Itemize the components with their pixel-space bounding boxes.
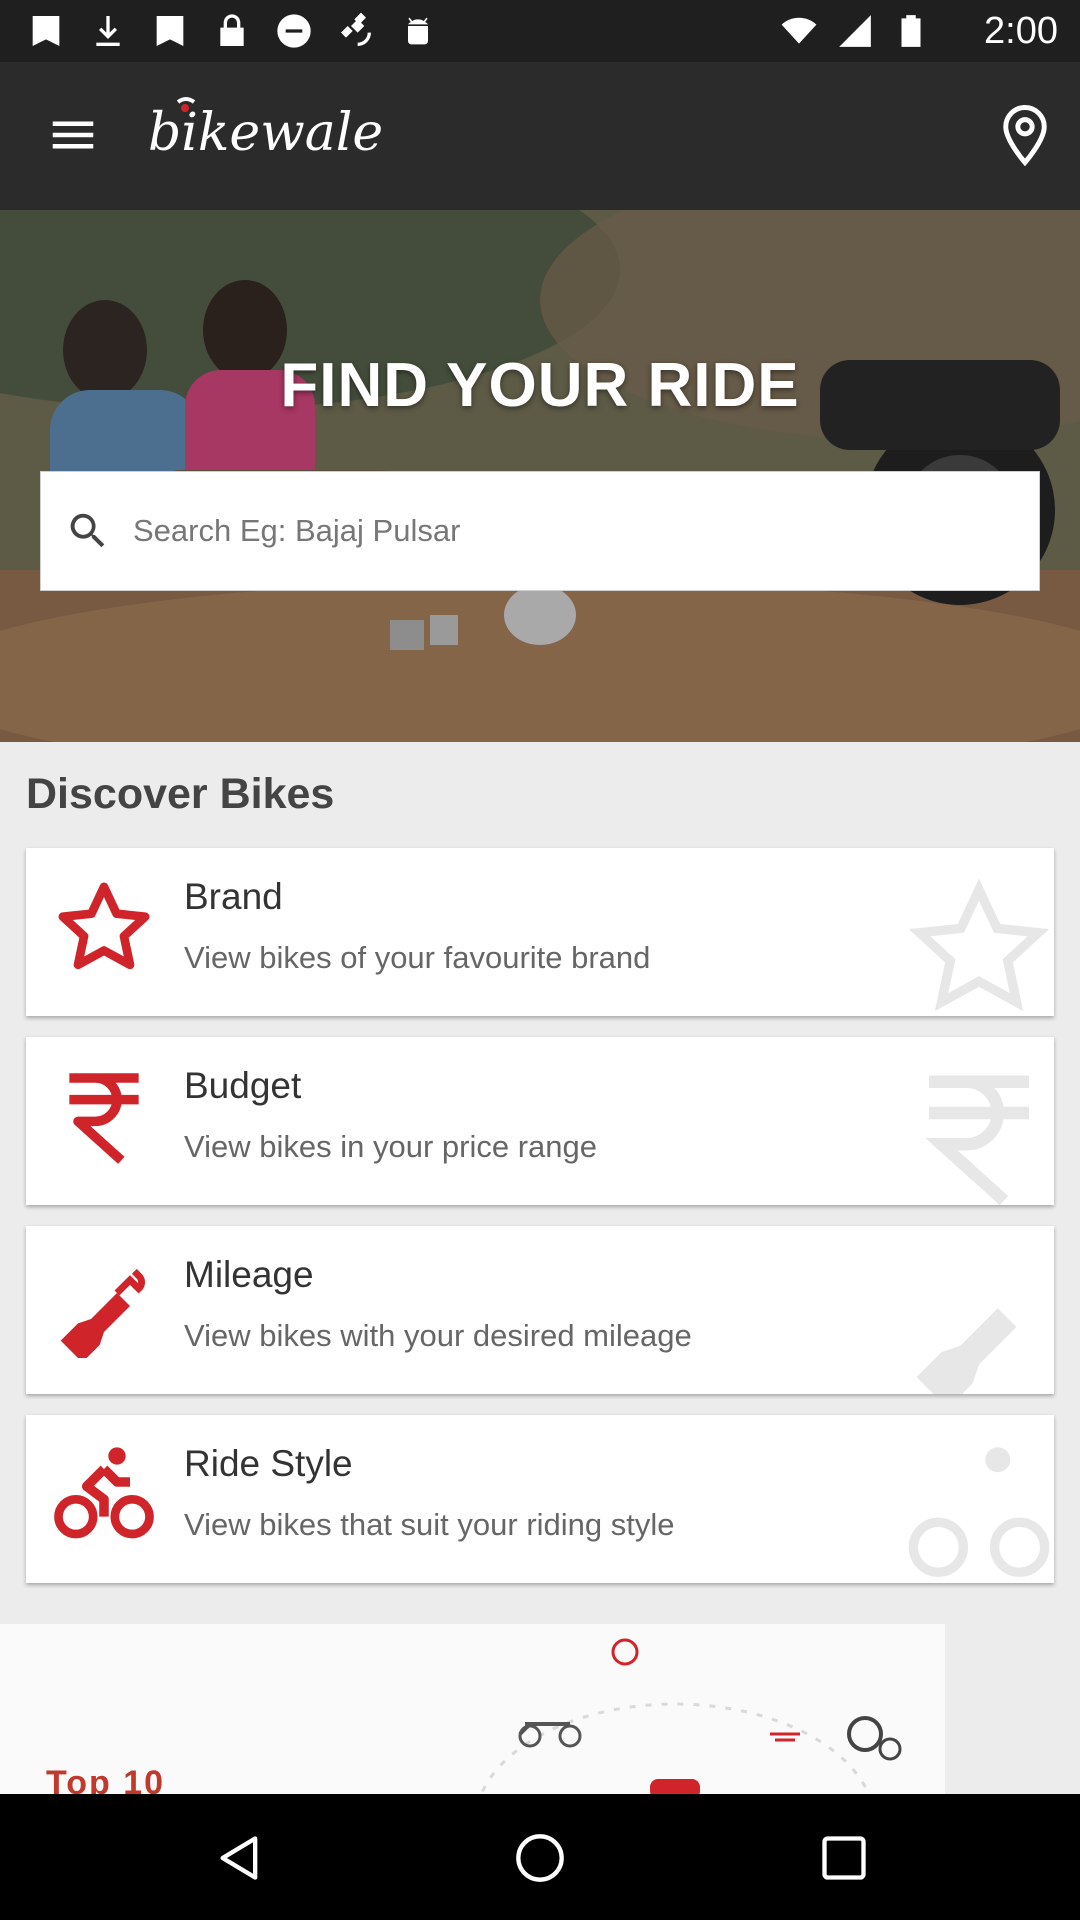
system-icons	[780, 12, 930, 50]
location-button[interactable]	[992, 102, 1058, 168]
card-subtitle: View bikes of your favourite brand	[184, 940, 651, 975]
card-title: Mileage	[184, 1254, 314, 1295]
menu-button[interactable]	[40, 102, 106, 168]
wifi-icon	[781, 17, 817, 44]
discover-card-mileage[interactable]: Mileage View bikes with your desired mil…	[26, 1226, 1054, 1394]
star-icon	[58, 882, 150, 970]
card-subtitle: View bikes with your desired mileage	[184, 1318, 692, 1353]
fuel-nozzle-icon	[916, 1308, 1017, 1394]
do-not-disturb-icon	[277, 14, 311, 48]
logo-text: bikewale	[148, 103, 383, 163]
image-icon	[32, 16, 60, 46]
android-icon	[408, 17, 428, 45]
hero-banner: FIND YOUR RIDE	[0, 210, 1080, 742]
recents-icon[interactable]	[818, 1832, 870, 1884]
cyclist-icon	[908, 1447, 1050, 1577]
download-icon	[96, 16, 120, 46]
card-title: Budget	[184, 1065, 302, 1106]
discover-card-ride-style[interactable]: Ride Style View bikes that suit your rid…	[26, 1415, 1054, 1583]
search-box[interactable]	[40, 471, 1040, 591]
search-icon	[70, 513, 105, 548]
navigation-bar	[0, 1794, 1080, 1920]
home-icon[interactable]	[514, 1832, 566, 1884]
fuel-nozzle-icon	[60, 1268, 146, 1358]
discover-card-brand[interactable]: Brand View bikes of your favourite brand	[26, 848, 1054, 1016]
bikewale-logo: bikewale	[148, 97, 383, 163]
hero-title: FIND YOUR RIDE	[280, 351, 800, 420]
status-time: 2:00	[984, 10, 1058, 52]
back-icon[interactable]	[214, 1832, 266, 1884]
rupee-icon	[69, 1073, 139, 1164]
promo-illustration	[479, 1638, 902, 1794]
discover-card-budget[interactable]: Budget View bikes in your price range	[26, 1037, 1054, 1205]
promo-side-space	[945, 1624, 1080, 1794]
card-title: Brand	[184, 876, 283, 917]
rupee-icon	[925, 1075, 1029, 1205]
search-input[interactable]	[133, 513, 1039, 549]
status-bar: 2:00	[0, 0, 1080, 62]
battery-icon	[901, 15, 921, 47]
card-subtitle: View bikes that suit your riding style	[184, 1507, 675, 1542]
cyclist-icon	[54, 1447, 154, 1539]
location-pin-icon	[1003, 105, 1047, 167]
promo-banner[interactable]: Top 10	[0, 1624, 945, 1794]
app-bar: bikewale	[0, 62, 1080, 210]
card-subtitle: View bikes in your price range	[184, 1129, 597, 1164]
notification-icons	[26, 10, 438, 52]
card-title: Ride Style	[184, 1443, 353, 1484]
image-icon	[156, 16, 184, 46]
satellite-icon	[341, 12, 371, 46]
signal-icon	[839, 15, 871, 47]
hamburger-icon	[52, 121, 94, 149]
promo-text: Top 10	[46, 1764, 166, 1794]
star-icon	[908, 878, 1050, 1012]
lock-icon	[220, 14, 244, 47]
discover-bikes-heading: Discover Bikes	[26, 770, 335, 818]
